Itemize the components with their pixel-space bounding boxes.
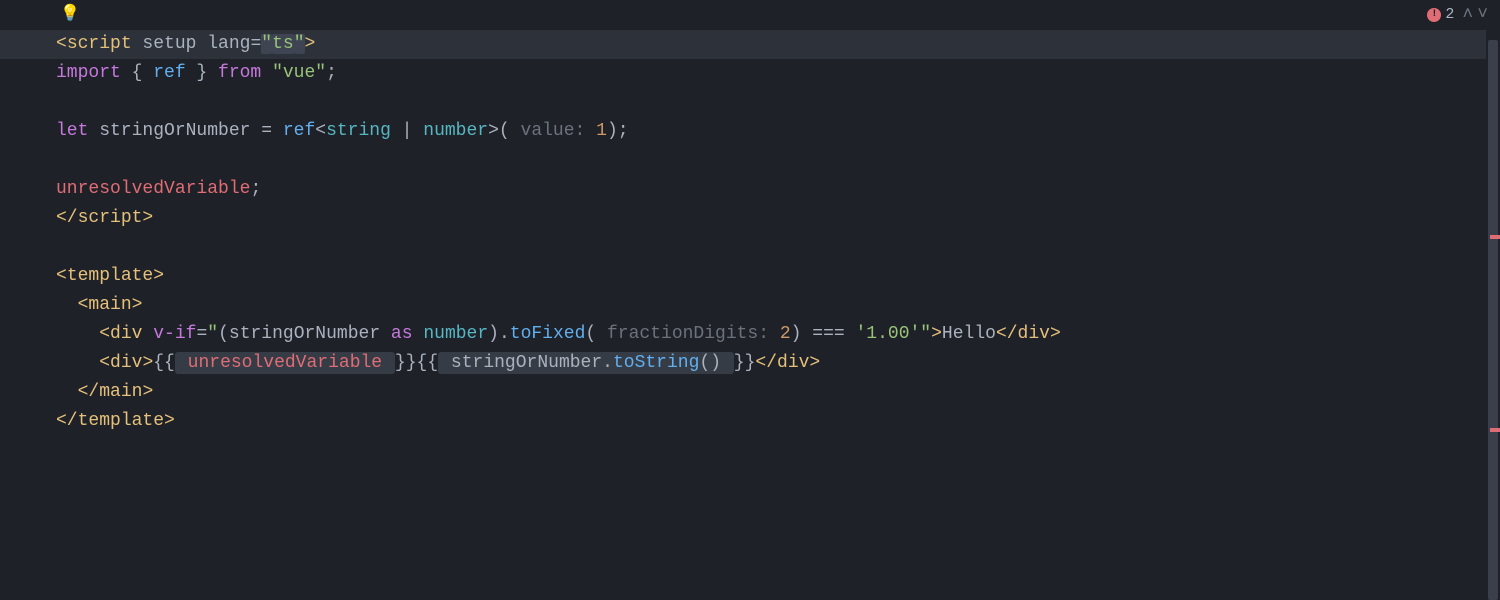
code-line: <template> bbox=[56, 262, 1480, 291]
code-line: <div>{{ unresolvedVariable }}{{ stringOr… bbox=[56, 349, 1480, 378]
error-marker[interactable] bbox=[1490, 428, 1500, 432]
code-editor[interactable]: <script setup lang="ts"> import { ref } … bbox=[0, 30, 1500, 436]
error-nav: ˄ ˅ bbox=[1462, 1, 1488, 30]
lightbulb-icon[interactable]: 💡 bbox=[60, 2, 80, 28]
code-line: let stringOrNumber = ref<string | number… bbox=[56, 117, 1480, 146]
code-line: import { ref } from "vue"; bbox=[56, 59, 1480, 88]
code-line: </template> bbox=[56, 407, 1480, 436]
scroll-thumb[interactable] bbox=[1488, 40, 1498, 600]
code-line bbox=[56, 233, 1480, 262]
next-error-icon[interactable]: ˅ bbox=[1477, 1, 1488, 30]
code-line bbox=[56, 88, 1480, 117]
code-line: </script> bbox=[56, 204, 1480, 233]
code-line: unresolvedVariable; bbox=[56, 175, 1480, 204]
scrollbar[interactable] bbox=[1486, 30, 1500, 600]
error-icon: ! bbox=[1427, 8, 1441, 22]
prev-error-icon[interactable]: ˄ bbox=[1462, 1, 1473, 30]
error-count: 2 bbox=[1445, 3, 1454, 27]
code-line bbox=[56, 146, 1480, 175]
code-line: <script setup lang="ts"> bbox=[0, 30, 1500, 59]
status-area: ! 2 ˄ ˅ bbox=[1427, 1, 1488, 30]
editor-toolbar: 💡 ! 2 ˄ ˅ bbox=[0, 0, 1500, 30]
code-line: <div v-if="(stringOrNumber as number).to… bbox=[56, 320, 1480, 349]
error-badge[interactable]: ! 2 bbox=[1427, 3, 1454, 27]
error-marker[interactable] bbox=[1490, 235, 1500, 239]
code-line: </main> bbox=[56, 378, 1480, 407]
inlay-hint: value: bbox=[510, 121, 596, 141]
inlay-hint: fractionDigits: bbox=[596, 324, 780, 344]
code-line: <main> bbox=[56, 291, 1480, 320]
